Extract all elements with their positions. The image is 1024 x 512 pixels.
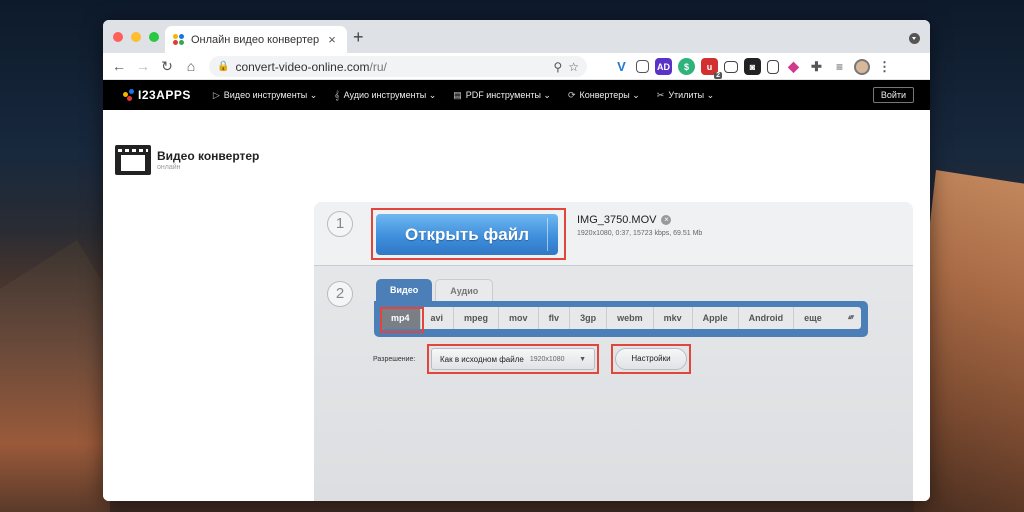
purple-extension-icon[interactable]: AD — [655, 58, 672, 75]
adblock-extension-icon[interactable]: u2 — [701, 58, 722, 79]
page-subtitle: онлайн — [157, 164, 181, 171]
close-tab-icon[interactable]: × — [325, 32, 339, 47]
nav-label: Утилиты ⌄ — [668, 89, 715, 100]
browser-tab[interactable]: Онлайн видео конвертер - ко × — [165, 26, 347, 53]
lock-icon: 🔒 — [217, 61, 230, 72]
bookmark-star-icon[interactable]: ☆ — [568, 60, 579, 74]
format-webm[interactable]: webm — [607, 307, 654, 329]
close-window-button[interactable] — [113, 32, 123, 42]
pink-extension-icon[interactable]: ◆ — [785, 58, 802, 75]
forward-arrow-icon[interactable]: → — [131, 58, 155, 74]
video-icon: ▷ — [212, 89, 220, 100]
logo-text: I23APPS — [138, 88, 191, 102]
step-open-file: 1 Открыть файл IMG_3750.MOV × 1920x1080, … — [314, 202, 913, 266]
file-info: IMG_3750.MOV × 1920x1080, 0:37, 15723 kbp… — [577, 214, 702, 237]
pdf-icon: ▤ — [453, 89, 462, 100]
chevron-down-icon: ▼ — [579, 355, 586, 363]
extensions-puzzle-icon[interactable]: ✚ — [808, 58, 825, 75]
nav-converters[interactable]: ⟳ Конвертеры ⌄ — [568, 90, 640, 101]
maximize-window-button[interactable] — [149, 32, 159, 42]
film-icon — [115, 145, 151, 175]
format-3gp[interactable]: 3gp — [570, 307, 608, 329]
remove-file-icon[interactable]: × — [661, 215, 672, 225]
browser-window: Онлайн видео конвертер - ко × + ← → ↻ ⌂ … — [103, 20, 930, 501]
back-arrow-icon[interactable]: ← — [107, 58, 131, 74]
tab-title: Онлайн видео конвертер - ко — [191, 33, 319, 46]
url-text: convert-video-online.com/ru/ — [235, 59, 387, 74]
nav-label: Видео инструменты ⌄ — [223, 89, 318, 100]
minimize-window-button[interactable] — [131, 32, 141, 42]
file-name: IMG_3750.MOV × — [577, 214, 702, 226]
nav-audio-tools[interactable]: 𝄞 Аудио инструменты ⌄ — [334, 90, 436, 101]
format-mov[interactable]: mov — [499, 307, 539, 329]
nav-label: Конвертеры ⌄ — [579, 89, 640, 100]
site-logo[interactable]: I23APPS — [123, 88, 191, 102]
logo-dots-icon — [123, 89, 135, 101]
wallpaper-rock-left — [0, 240, 110, 512]
mp4-highlight — [380, 307, 424, 333]
login-button[interactable]: Войти — [872, 87, 914, 103]
extensions-bar: V AD $ u2 ◙ ◆ ✚ ≡ ⋮ — [613, 58, 893, 79]
wallpaper-rock-right — [914, 170, 1024, 512]
reload-icon[interactable]: ↻ — [155, 58, 179, 75]
format-apple[interactable]: Apple — [693, 307, 739, 329]
pocket-extension-icon[interactable] — [636, 60, 649, 73]
format-list: mp4 avi mpeg mov flv 3gp webm mkv Apple … — [381, 307, 861, 329]
new-tab-button[interactable]: + — [353, 27, 364, 48]
step-number-1: 1 — [327, 211, 353, 237]
converter-panel: 1 Открыть файл IMG_3750.MOV × 1920x1080, … — [314, 202, 913, 501]
utilities-icon: ✂ — [656, 89, 665, 100]
file-meta: 1920x1080, 0:37, 15723 kbps, 69.51 Mb — [577, 230, 703, 237]
site-favicon-icon — [173, 33, 185, 46]
nav-utilities[interactable]: ✂ Утилиты ⌄ — [657, 90, 714, 101]
home-icon[interactable]: ⌂ — [179, 58, 203, 74]
vk-extension-icon[interactable]: V — [613, 58, 630, 75]
format-android[interactable]: Android — [739, 307, 795, 329]
format-more-select[interactable]: еще — [794, 307, 861, 329]
step-number-2: 2 — [327, 281, 353, 307]
resolution-label: Разрешение: — [373, 356, 416, 363]
tab-search-button[interactable] — [909, 33, 920, 44]
tab-video[interactable]: Видео — [376, 279, 433, 302]
window-controls — [113, 32, 159, 42]
format-tabs: Видео Аудио — [376, 279, 494, 302]
nav-label: PDF инструменты ⌄ — [465, 89, 551, 100]
dark-extension-icon[interactable]: ◙ — [744, 58, 761, 75]
site-navigation: I23APPS ▷ Видео инструменты ⌄ 𝄞 Аудио инст… — [103, 80, 930, 110]
open-file-button[interactable]: Открыть файл — [376, 214, 558, 255]
tab-strip: Онлайн видео конвертер - ко × + — [103, 20, 930, 53]
format-bar: mp4 avi mpeg mov flv 3gp webm mkv Apple … — [374, 301, 868, 337]
nav-pdf-tools[interactable]: ▤ PDF инструменты ⌄ — [453, 90, 551, 101]
audio-wave-icon: 𝄞 — [334, 89, 340, 100]
tab-audio[interactable]: Аудио — [435, 279, 494, 302]
nav-label: Аудио инструменты ⌄ — [343, 89, 437, 100]
file-name-text: IMG_3750.MOV — [577, 214, 657, 226]
search-icon[interactable]: ⚲ — [553, 60, 562, 74]
browser-menu-icon[interactable]: ⋮ — [876, 58, 893, 75]
nav-video-tools[interactable]: ▷ Видео инструменты ⌄ — [213, 90, 317, 101]
format-avi[interactable]: avi — [421, 307, 455, 329]
convert-icon: ⟳ — [567, 89, 576, 100]
resolution-value: Как в исходном файле — [440, 354, 524, 364]
media-control-icon[interactable]: ≡ — [831, 58, 848, 75]
format-mkv[interactable]: mkv — [654, 307, 693, 329]
picture-in-picture-icon[interactable] — [724, 60, 738, 73]
address-bar[interactable]: 🔒 convert-video-online.com/ru/ ⚲ ☆ — [209, 56, 587, 77]
resolution-select[interactable]: Как в исходном файле 1920x1080 ▼ — [431, 348, 595, 370]
resolution-dim: 1920x1080 — [529, 355, 565, 363]
product-header: Видео конвертер онлайн — [115, 145, 259, 175]
profile-avatar[interactable] — [854, 58, 870, 75]
format-flv[interactable]: flv — [539, 307, 571, 329]
settings-button[interactable]: Настройки — [615, 348, 687, 370]
green-extension-icon[interactable]: $ — [678, 58, 695, 75]
page-title: Видео конвертер — [157, 149, 260, 163]
format-mpeg[interactable]: mpeg — [454, 307, 500, 329]
page-content: Видео конвертер онлайн 1 Открыть файл IM… — [103, 110, 930, 501]
browser-toolbar: ← → ↻ ⌂ 🔒 convert-video-online.com/ru/ ⚲… — [103, 53, 930, 80]
reader-extension-icon[interactable] — [767, 59, 779, 74]
